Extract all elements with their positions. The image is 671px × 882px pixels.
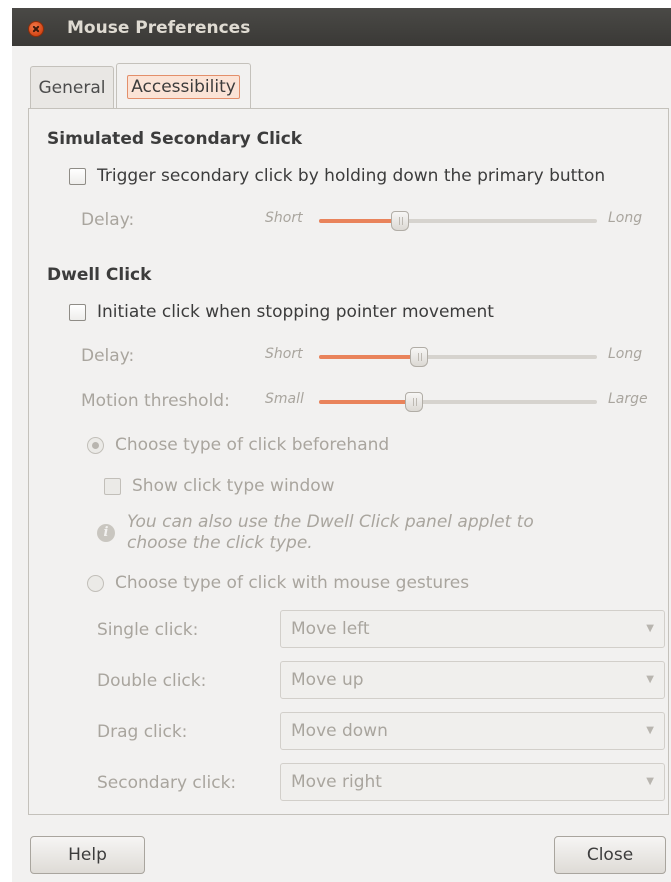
dwell-delay-fill [319,355,420,359]
initiate-click-label: Initiate click when stopping pointer mov… [97,302,494,322]
chevron-down-icon: ▼ [646,623,654,634]
click-beforehand-label: Choose type of click beforehand [115,435,390,455]
secondary-delay-thumb[interactable] [390,211,409,231]
double-click-label: Double click: [97,671,207,691]
click-beforehand-radio[interactable] [87,436,104,454]
drag-click-label: Drag click: [97,722,188,742]
secondary-click-combo[interactable]: Move right ▼ [280,763,665,801]
close-button[interactable]: Close [554,836,666,874]
motion-threshold-fill [319,400,414,404]
motion-threshold-thumb[interactable] [404,392,423,412]
tab-accessibility[interactable]: Accessibility [116,63,251,109]
initiate-click-checkbox[interactable] [69,303,86,321]
click-gestures-label: Choose type of click with mouse gestures [115,573,470,593]
dwell-info-text: You can also use the Dwell Click panel a… [127,512,534,553]
dwell-delay-label: Delay: [81,346,135,366]
click-gestures-radio[interactable] [87,574,104,592]
show-click-window-checkbox[interactable] [104,477,121,495]
motion-threshold-track[interactable] [319,392,597,412]
help-button-label: Help [68,845,107,865]
secondary-delay-min: Short [265,210,303,226]
tab-general[interactable]: General [30,66,114,108]
initiate-click-row[interactable]: Initiate click when stopping pointer mov… [69,302,494,322]
dwell-delay-min: Short [265,346,303,362]
trigger-secondary-click-checkbox[interactable] [69,167,86,185]
secondary-delay-max: Long [608,210,643,226]
motion-threshold-max: Large [608,391,648,407]
single-click-label: Single click: [97,620,199,640]
secondary-click-value: Move right [291,772,382,792]
chevron-down-icon: ▼ [646,725,654,736]
info-icon: i [97,524,115,542]
help-button[interactable]: Help [30,836,145,874]
click-gestures-radio-row[interactable]: Choose type of click with mouse gestures [87,573,469,593]
chevron-down-icon: ▼ [646,674,654,685]
secondary-delay-track[interactable] [319,211,597,231]
trigger-secondary-click-label: Trigger secondary click by holding down … [97,166,606,186]
show-click-window-label: Show click type window [132,476,335,496]
secondary-click-section-title: Simulated Secondary Click [47,129,303,149]
motion-threshold-label: Motion threshold: [81,391,230,411]
drag-click-value: Move down [291,721,388,741]
drag-click-combo[interactable]: Move down ▼ [280,712,665,750]
show-click-window-row[interactable]: Show click type window [104,476,335,496]
single-click-combo[interactable]: Move left ▼ [280,610,665,648]
motion-threshold-slider[interactable]: Small Large [265,386,655,416]
window-close-icon[interactable] [28,21,44,37]
dwell-click-section-title: Dwell Click [47,265,152,285]
dwell-delay-slider[interactable]: Short Long [265,341,655,371]
dwell-delay-thumb[interactable] [410,347,429,367]
mouse-preferences-window: Mouse Preferences General Accessibility … [12,8,671,882]
secondary-delay-fill [319,219,400,223]
chevron-down-icon: ▼ [646,776,654,787]
tab-general-label: General [38,77,106,98]
close-button-label: Close [586,845,634,865]
dwell-delay-track[interactable] [319,347,597,367]
window-title: Mouse Preferences [67,18,251,38]
tab-accessibility-label: Accessibility [127,74,240,99]
trigger-secondary-click-row[interactable]: Trigger secondary click by holding down … [69,166,605,186]
secondary-delay-label: Delay: [81,210,135,230]
single-click-value: Move left [291,619,370,639]
double-click-combo[interactable]: Move up ▼ [280,661,665,699]
titlebar: Mouse Preferences [12,8,671,46]
secondary-delay-slider[interactable]: Short Long [265,205,655,235]
accessibility-panel: Simulated Secondary Click Trigger second… [28,108,669,815]
motion-threshold-min: Small [265,391,304,407]
dwell-info-row: i You can also use the Dwell Click panel… [97,512,567,554]
dwell-delay-max: Long [608,346,643,362]
secondary-click-label: Secondary click: [97,773,237,793]
double-click-value: Move up [291,670,364,690]
click-beforehand-radio-row[interactable]: Choose type of click beforehand [87,435,389,455]
